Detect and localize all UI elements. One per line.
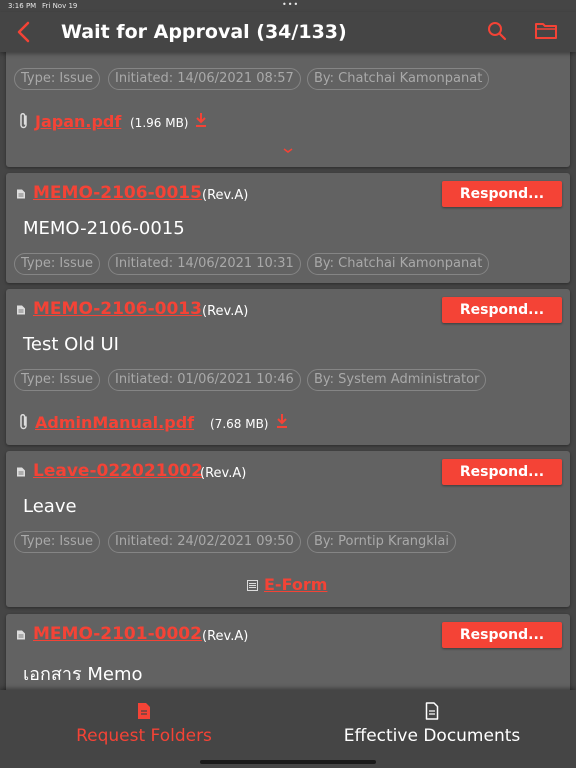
eform-link[interactable]: E-Form <box>264 575 327 594</box>
bottom-tab-bar: Request Folders Effective Documents <box>0 690 576 768</box>
type-chip: Type: Issue <box>14 369 100 391</box>
author-chip: By: Porntip Krangklai <box>307 531 457 553</box>
status-bar: 3:16 PM Fri Nov 19 ••• <box>0 0 576 12</box>
respond-button[interactable]: Respond... <box>442 181 562 207</box>
list-item[interactable]: MEMO-2101-0002 (Rev.A) Respond... เอกสาร… <box>6 614 570 690</box>
list-item[interactable]: Leave-022021002 (Rev.A) Respond... Leave… <box>6 451 570 607</box>
tab-effective-documents[interactable]: Effective Documents <box>288 690 576 768</box>
initiated-chip: Initiated: 14/06/2021 08:57 <box>108 68 301 90</box>
revision-label: (Rev.A) <box>200 466 247 481</box>
tab-label: Effective Documents <box>343 726 521 746</box>
search-icon <box>488 22 507 41</box>
initiated-chip: Initiated: 14/06/2021 10:31 <box>108 253 301 275</box>
chevron-down-icon[interactable] <box>281 147 295 155</box>
document-icon <box>17 630 25 640</box>
type-chip: Type: Issue <box>14 253 100 275</box>
header-bar: Wait for Approval (34/133) <box>0 12 576 52</box>
download-icon[interactable] <box>195 112 207 128</box>
folder-icon <box>535 23 557 39</box>
author-chip: By: System Administrator <box>307 369 487 391</box>
tab-request-folders[interactable]: Request Folders <box>0 690 288 768</box>
form-icon <box>247 580 258 591</box>
download-icon[interactable] <box>276 413 288 429</box>
respond-button[interactable]: Respond... <box>442 297 562 323</box>
multitask-dots-icon[interactable]: ••• <box>282 0 299 9</box>
status-date: Fri Nov 19 <box>42 2 78 10</box>
document-icon <box>17 467 25 477</box>
document-number-link[interactable]: MEMO-2106-0013 <box>33 299 202 319</box>
document-number-link[interactable]: MEMO-2101-0002 <box>33 624 202 644</box>
list-item[interactable]: MEMO-2106-0015 (Rev.A) Respond... MEMO-2… <box>6 173 570 283</box>
document-filled-icon <box>138 703 150 719</box>
document-icon <box>17 305 25 315</box>
folder-button[interactable] <box>534 21 558 41</box>
revision-label: (Rev.A) <box>202 188 249 203</box>
search-button[interactable] <box>486 20 508 42</box>
app-window: 3:16 PM Fri Nov 19 ••• Wait for Approval… <box>0 0 576 768</box>
document-number-link[interactable]: Leave-022021002 <box>33 461 203 481</box>
respond-button[interactable]: Respond... <box>442 622 562 648</box>
initiated-chip: Initiated: 24/02/2021 09:50 <box>108 531 301 553</box>
document-subject: Test Old UI <box>23 334 119 355</box>
author-chip: By: Chatchai Kamonpanat <box>307 68 490 90</box>
status-time: 3:16 PM <box>8 2 37 10</box>
revision-label: (Rev.A) <box>202 304 249 319</box>
tab-label: Request Folders <box>76 726 212 746</box>
revision-label: (Rev.A) <box>202 629 249 644</box>
paperclip-icon <box>20 112 27 129</box>
list-item[interactable]: MEMO-2106-0013 (Rev.A) Respond... Test O… <box>6 289 570 445</box>
document-subject: MEMO-2106-0015 <box>23 218 185 239</box>
attachment-size: (7.68 MB) <box>210 417 269 431</box>
attachment-size: (1.96 MB) <box>130 116 189 130</box>
initiated-chip: Initiated: 01/06/2021 10:46 <box>108 369 301 391</box>
chevron-left-icon <box>17 21 30 43</box>
page-title: Wait for Approval (34/133) <box>61 21 347 43</box>
paperclip-icon <box>20 413 27 430</box>
list-item[interactable]: Type: Issue Initiated: 14/06/2021 08:57 … <box>6 52 570 167</box>
document-number-link[interactable]: MEMO-2106-0015 <box>33 183 202 203</box>
respond-button[interactable]: Respond... <box>442 459 562 485</box>
author-chip: By: Chatchai Kamonpanat <box>307 253 490 275</box>
back-button[interactable] <box>14 20 34 44</box>
home-indicator[interactable] <box>200 760 376 764</box>
attachment-link[interactable]: AdminManual.pdf <box>35 413 194 432</box>
type-chip: Type: Issue <box>14 531 100 553</box>
document-subject: Leave <box>23 496 77 517</box>
attachment-link[interactable]: Japan.pdf <box>35 112 121 131</box>
document-subject: เอกสาร Memo <box>23 664 143 685</box>
document-outline-icon <box>425 702 439 720</box>
approval-list[interactable]: Type: Issue Initiated: 14/06/2021 08:57 … <box>0 52 576 690</box>
document-icon <box>17 189 25 199</box>
type-chip: Type: Issue <box>14 68 100 90</box>
